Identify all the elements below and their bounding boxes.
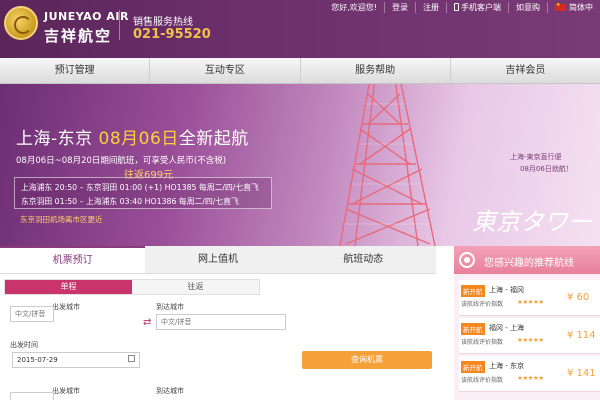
phone-icon (454, 2, 459, 11)
rating-label: 该航线评价指数 (461, 301, 504, 308)
round-trip-button[interactable]: 往返 (132, 280, 259, 294)
banner-title-date: 08月06日 (98, 129, 179, 149)
tab-flight-status[interactable]: 航班动态 (291, 246, 436, 273)
tab-online-checkin[interactable]: 网上值机 (145, 246, 290, 273)
mobile-app-label: 手机客户端 (461, 2, 501, 12)
hotline-number: 021-95520 (133, 27, 211, 42)
route-name: 上海 - 福冈 (489, 286, 524, 294)
flight-schedule-box: 上海浦东 20:50 – 东京羽田 01:00 (+1) HO1385 每周二/… (14, 177, 272, 209)
header-divider (119, 10, 120, 40)
route-price: ¥ 141 (567, 368, 596, 379)
one-way-button[interactable]: 单程 (5, 280, 132, 294)
search-flights-button[interactable]: 查询机票 (302, 351, 432, 369)
route-item[interactable]: 新开航 上海 - 东京 该航线评价指数 ★★★★★ ¥ 141 (459, 356, 600, 392)
login-link[interactable]: 登录 (384, 1, 415, 13)
depart-city-label-2: 出发城市 (52, 387, 80, 395)
depart-city-input[interactable] (10, 306, 54, 322)
tokyo-tower-title: 東京タワー (472, 208, 592, 236)
depart-city-label: 出发城市 (52, 303, 80, 311)
booking-tabs: 机票预订 网上值机 航班动态 (0, 246, 436, 274)
rating-label: 该航线评价指数 (461, 339, 504, 346)
swap-cities-icon[interactable]: ⇄ (143, 317, 151, 328)
flight-search-form: 单程 往返 出发城市 ⇄ 到达城市 出发时间 查询机票 出发城市 到达城市 (0, 274, 436, 400)
star-rating-icon: ★★★★★ (517, 374, 544, 382)
calendar-icon[interactable] (128, 355, 135, 362)
arrive-city-label-2: 到达城市 (156, 387, 184, 395)
language-selector[interactable]: 简体中 (547, 1, 600, 13)
recommended-routes-panel: 您感兴趣的推荐航线 新开航 上海 - 福冈 该航线评价指数 ★★★★★ ¥ 60… (454, 246, 600, 400)
banner-title-route: 上海-东京 (16, 129, 99, 149)
brand-name-en[interactable]: JUNEYAO AIR (44, 10, 129, 23)
rating-label: 该航线评价指数 (461, 377, 504, 384)
china-flag-icon (555, 2, 566, 11)
jp-route-text: 上海-東京直行便 (510, 153, 562, 161)
arrive-city-input[interactable] (156, 314, 286, 330)
route-item[interactable]: 新开航 福冈 - 上海 该航线评价指数 ★★★★★ ¥ 114 (459, 318, 600, 354)
juneyao-logo-icon[interactable] (4, 6, 38, 40)
schedule-row-outbound: 上海浦东 20:50 – 东京羽田 01:00 (+1) HO1385 每周二/… (21, 183, 259, 192)
banner-title: 上海-东京 08月06日全新起航 (16, 124, 249, 149)
welcome-text: 您好,欢迎您! (331, 2, 377, 12)
arrive-city-label: 到达城市 (156, 303, 184, 311)
ruyigou-link[interactable]: 如意购 (508, 1, 547, 13)
recommended-title: 您感兴趣的推荐航线 (484, 258, 574, 269)
jp-date-text: 08月06日就航！ (520, 165, 573, 173)
banner-sub-prefix: 08月06日~08月20日期间航班，可享受 (16, 156, 169, 166)
depart-city-input-2[interactable] (10, 392, 54, 400)
tab-flight-booking[interactable]: 机票预订 (0, 246, 146, 273)
route-price: ¥ 114 (567, 330, 596, 341)
banner-sub-suffix: 人民币(不含税) (168, 156, 227, 166)
nav-item-service-help[interactable]: 服务帮助 (301, 58, 451, 83)
brand-name-cn[interactable]: 吉祥航空 (44, 25, 112, 46)
tokyo-tower-illustration (339, 84, 436, 246)
nav-item-booking-management[interactable]: 预订管理 (0, 58, 151, 83)
language-label: 简体中 (569, 2, 593, 12)
new-route-badge: 新开航 (461, 323, 485, 335)
mobile-app-link[interactable]: 手机客户端 (446, 1, 508, 13)
hotline-label: 销售服务热线 (133, 17, 193, 28)
recommended-header: 您感兴趣的推荐航线 (454, 246, 600, 274)
register-link[interactable]: 注册 (415, 1, 446, 13)
banner-title-suffix: 全新起航 (178, 129, 249, 149)
star-rating-icon: ★★★★★ (517, 336, 544, 344)
banner-subtitle: 08月06日~08月20日期间航班，可享受 往返699元 人民币(不含税) (16, 154, 227, 181)
nav-item-membership[interactable]: 吉祥会员 (451, 58, 600, 83)
nav-item-interactive-zone[interactable]: 互动专区 (150, 58, 301, 83)
site-header: JUNEYAO AIR 吉祥航空 销售服务热线 021-95520 您好,欢迎您… (0, 0, 600, 58)
trip-type-toggle: 单程 往返 (4, 279, 260, 295)
route-name: 福冈 - 上海 (489, 324, 524, 332)
main-nav: 预订管理 互动专区 服务帮助 吉祥会员 (0, 58, 600, 84)
route-item[interactable]: 新开航 上海 - 福冈 该航线评价指数 ★★★★★ ¥ 60 (459, 280, 600, 316)
route-name: 上海 - 东京 (489, 362, 524, 370)
banner-note: 东京羽田机场离市区更近 (20, 215, 103, 224)
depart-time-label: 出发时间 (10, 341, 38, 349)
new-route-badge: 新开航 (461, 361, 485, 373)
depart-date-input[interactable] (12, 352, 140, 368)
location-pin-icon (459, 252, 475, 268)
schedule-row-return: 东京羽田 01:50 – 上海浦东 03:40 HO1386 每周二/四/七直飞 (21, 197, 239, 206)
route-price: ¥ 60 (567, 292, 590, 303)
top-links: 您好,欢迎您! 登录 注册 手机客户端 如意购 简体中 (324, 0, 600, 14)
new-route-badge: 新开航 (461, 285, 485, 297)
promo-banner[interactable]: 上海-东京 08月06日全新起航 08月06日~08月20日期间航班，可享受 往返… (0, 84, 600, 246)
star-rating-icon: ★★★★★ (517, 298, 544, 306)
